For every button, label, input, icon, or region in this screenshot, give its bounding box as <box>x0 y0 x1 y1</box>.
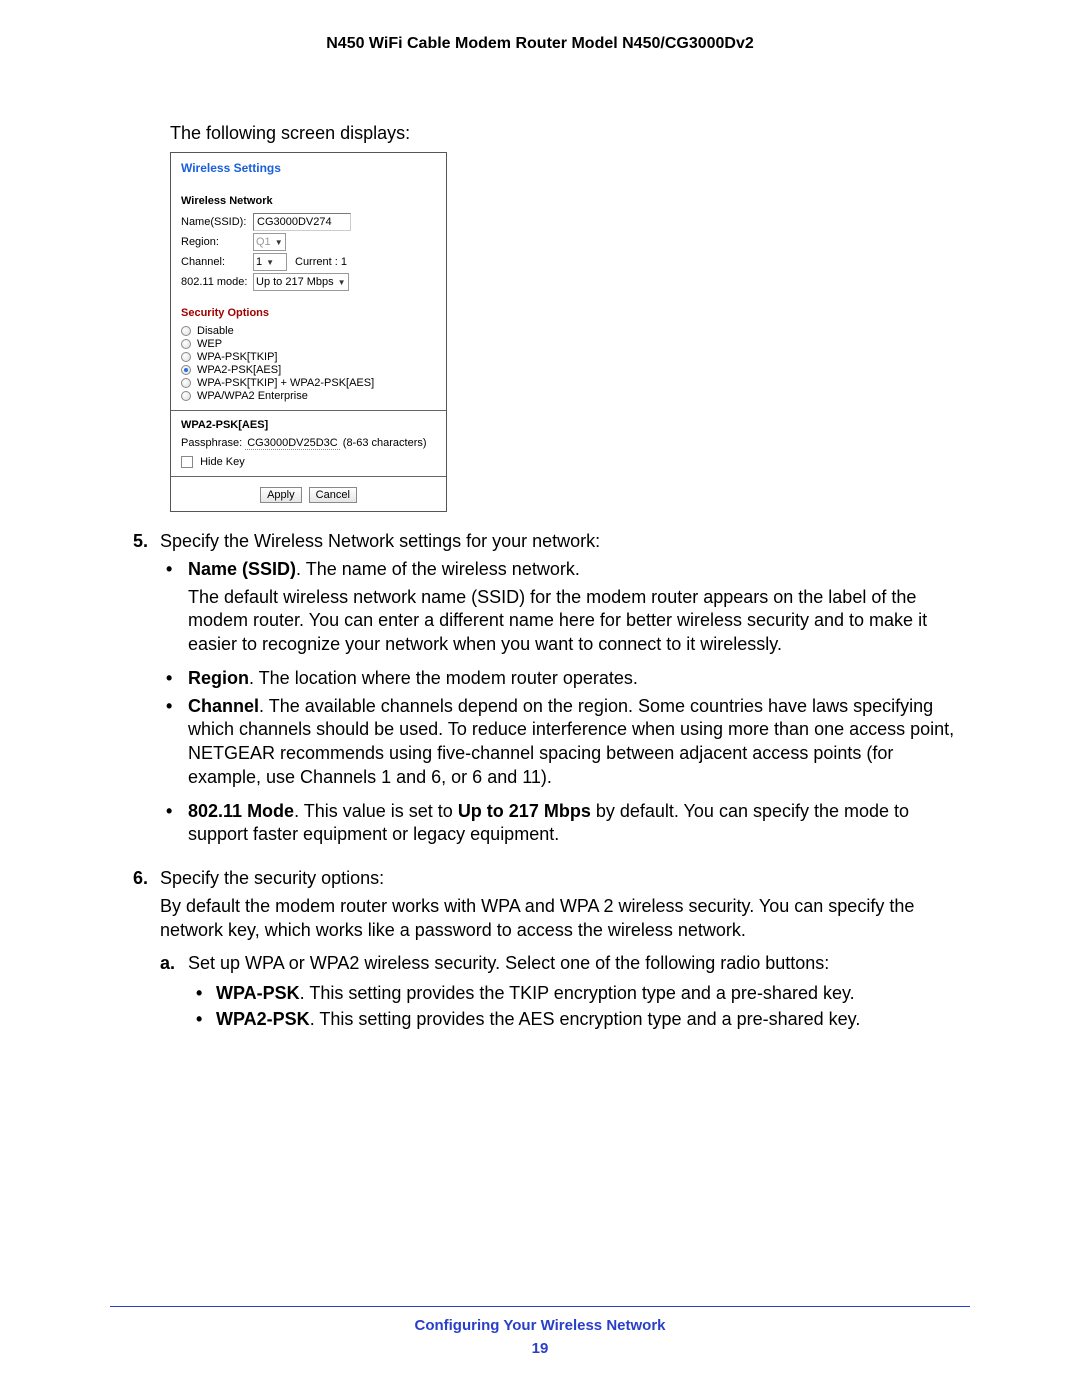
wpa2-heading: WPA2-PSK[AES] <box>181 419 436 431</box>
channel-select[interactable]: 1 ▼ <box>253 253 287 271</box>
radio-icon <box>181 391 191 401</box>
ssid-input[interactable]: CG3000DV274 <box>253 213 351 231</box>
ssid-term: Name (SSID) <box>188 559 296 579</box>
page-header-title: N450 WiFi Cable Modem Router Model N450/… <box>110 35 970 53</box>
radio-label: WPA-PSK[TKIP] <box>197 351 277 363</box>
radio-label: WPA2-PSK[AES] <box>197 364 281 376</box>
screenshot-title: Wireless Settings <box>181 161 436 175</box>
radio-icon <box>181 378 191 388</box>
step-5-number: 5. <box>110 530 160 857</box>
wireless-settings-screenshot: Wireless Settings Wireless Network Name(… <box>170 152 447 512</box>
radio-label: Disable <box>197 325 234 337</box>
radio-label: WPA/WPA2 Enterprise <box>197 390 308 402</box>
step-5: 5. Specify the Wireless Network settings… <box>110 530 970 857</box>
wireless-network-heading: Wireless Network <box>181 195 436 207</box>
security-radio-wpa-psk-tkip[interactable]: WPA-PSK[TKIP] <box>181 351 436 363</box>
apply-button[interactable]: Apply <box>260 487 302 503</box>
bullet-channel: Channel. The available channels depend o… <box>160 695 970 790</box>
chevron-down-icon: ▼ <box>266 258 274 267</box>
step-5-lead: Specify the Wireless Network settings fo… <box>160 530 970 554</box>
security-radio-disable[interactable]: Disable <box>181 325 436 337</box>
security-radio-wpa2-psk-aes[interactable]: WPA2-PSK[AES] <box>181 364 436 376</box>
wpa-definition: . This setting provides the TKIP encrypt… <box>300 983 855 1003</box>
bullet-region: Region. The location where the modem rou… <box>160 667 970 691</box>
mode-value-bold: Up to 217 Mbps <box>458 801 591 821</box>
bullet-wpa-psk: WPA-PSK. This setting provides the TKIP … <box>188 982 970 1006</box>
channel-label: Channel: <box>181 256 253 268</box>
channel-definition: . The available channels depend on the r… <box>188 696 954 787</box>
page-footer: Configuring Your Wireless Network 19 <box>0 1306 1080 1357</box>
radio-label: WEP <box>197 338 222 350</box>
intro-text: The following screen displays: <box>170 123 970 144</box>
region-select[interactable]: Q1 ▼ <box>253 233 286 251</box>
mode-label: 802.11 mode: <box>181 276 253 288</box>
cancel-button[interactable]: Cancel <box>309 487 357 503</box>
wpa-term: WPA-PSK <box>216 983 300 1003</box>
channel-current-text: Current : 1 <box>295 256 347 268</box>
radio-icon <box>181 326 191 336</box>
wpa2-definition: . This setting provides the AES encrypti… <box>310 1009 861 1029</box>
mode-value: Up to 217 Mbps <box>256 276 334 288</box>
step-6a-marker: a. <box>160 952 175 976</box>
passphrase-input[interactable]: CG3000DV25D3C <box>245 437 340 450</box>
radio-label: WPA-PSK[TKIP] + WPA2-PSK[AES] <box>197 377 374 389</box>
step-6-lead: Specify the security options: <box>160 867 970 891</box>
security-radio-wpa-mixed[interactable]: WPA-PSK[TKIP] + WPA2-PSK[AES] <box>181 377 436 389</box>
footer-section-title: Configuring Your Wireless Network <box>0 1317 1080 1334</box>
chevron-down-icon: ▼ <box>275 238 283 247</box>
channel-value: 1 <box>256 256 262 268</box>
radio-icon <box>181 365 191 375</box>
passphrase-label: Passphrase: <box>181 437 242 449</box>
mode-select[interactable]: Up to 217 Mbps ▼ <box>253 273 349 291</box>
security-options-heading: Security Options <box>181 307 436 319</box>
ssid-definition: . The name of the wireless network. <box>296 559 580 579</box>
step-6a: a. Set up WPA or WPA2 wireless security.… <box>160 952 970 1031</box>
radio-icon <box>181 352 191 362</box>
bullet-80211-mode: 802.11 Mode. This value is set to Up to … <box>160 800 970 848</box>
region-definition: . The location where the modem router op… <box>249 668 638 688</box>
ssid-paragraph: The default wireless network name (SSID)… <box>188 586 970 657</box>
step-6: 6. Specify the security options: By defa… <box>110 867 970 1036</box>
mode-text-1: . This value is set to <box>294 801 458 821</box>
bullet-name-ssid: Name (SSID). The name of the wireless ne… <box>160 558 970 657</box>
region-value: Q1 <box>256 236 271 248</box>
passphrase-hint: (8-63 characters) <box>343 437 427 449</box>
mode-term: 802.11 Mode <box>188 801 294 821</box>
security-radio-wep[interactable]: WEP <box>181 338 436 350</box>
step-6-para: By default the modem router works with W… <box>160 895 970 943</box>
radio-icon <box>181 339 191 349</box>
hide-key-checkbox[interactable] <box>181 456 193 468</box>
region-term: Region <box>188 668 249 688</box>
ssid-label: Name(SSID): <box>181 216 253 228</box>
step-6-number: 6. <box>110 867 160 1036</box>
bullet-wpa2-psk: WPA2-PSK. This setting provides the AES … <box>188 1008 970 1032</box>
region-label: Region: <box>181 236 253 248</box>
hide-key-label: Hide Key <box>200 456 245 468</box>
channel-term: Channel <box>188 696 259 716</box>
step-6a-text: Set up WPA or WPA2 wireless security. Se… <box>188 953 829 973</box>
security-radio-enterprise[interactable]: WPA/WPA2 Enterprise <box>181 390 436 402</box>
chevron-down-icon: ▼ <box>338 278 346 287</box>
wpa2-term: WPA2-PSK <box>216 1009 310 1029</box>
footer-page-number: 19 <box>0 1340 1080 1357</box>
